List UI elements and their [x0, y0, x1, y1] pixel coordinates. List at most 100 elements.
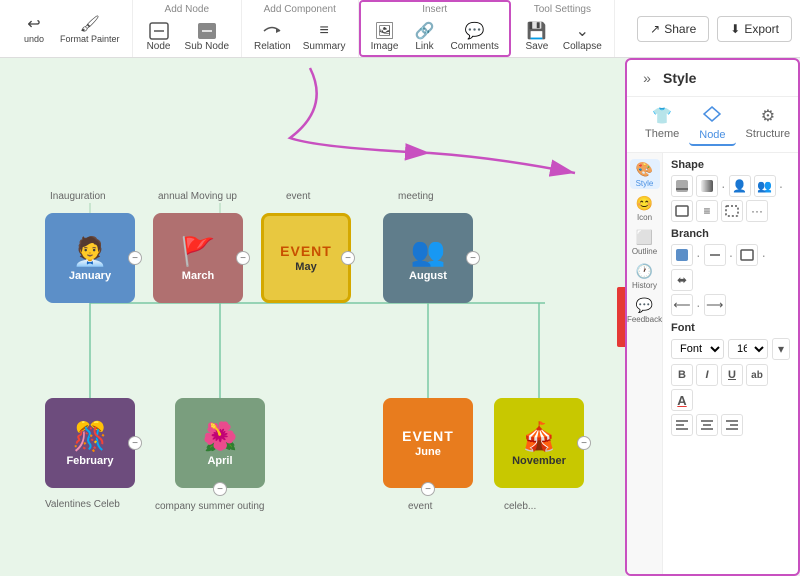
- may-event-text: EVENT: [280, 243, 332, 259]
- node-may[interactable]: event EVENT May −: [261, 213, 351, 303]
- node-november[interactable]: 🎪 November − celeb...: [494, 398, 584, 488]
- november-emoji: 🎪: [522, 420, 557, 453]
- font-color-button[interactable]: A: [671, 389, 693, 411]
- toolbar: ↩ undo 🖌 Format Painter Add Node Node: [0, 0, 800, 58]
- tab-structure[interactable]: ⚙ Structure: [736, 103, 800, 146]
- panel-content: Shape · 👤 👥 · ≡: [663, 153, 798, 574]
- shape-group-btn[interactable]: 👥: [754, 175, 776, 197]
- add-component-title: Add Component: [264, 4, 336, 15]
- border-dash-btn[interactable]: [721, 200, 743, 222]
- feedback-icon: 💬: [636, 297, 653, 314]
- font-size-down-btn[interactable]: ▾: [772, 338, 790, 360]
- january-minus[interactable]: −: [128, 251, 142, 265]
- january-emoji: 🧑‍💼: [73, 235, 108, 268]
- node-august[interactable]: meeting 👥 August −: [383, 213, 473, 303]
- border-lines-btn[interactable]: ≡: [696, 200, 718, 222]
- relation-button[interactable]: Relation: [250, 19, 295, 54]
- sub-node-button[interactable]: Sub Node: [181, 19, 233, 54]
- panel-icon-history[interactable]: 🕐 History: [630, 261, 660, 291]
- sublabel-january: Inauguration: [50, 191, 106, 202]
- node-january[interactable]: Inauguration 🧑‍💼 January −: [45, 213, 135, 303]
- format-painter-icon: 🖌: [78, 14, 102, 34]
- comments-button[interactable]: 💬 Comments: [447, 19, 503, 54]
- november-minus[interactable]: −: [577, 436, 591, 450]
- branch-line-btn[interactable]: [704, 244, 726, 266]
- march-minus[interactable]: −: [236, 251, 250, 265]
- branch-color-btn[interactable]: [671, 244, 693, 266]
- dot-2: ·: [779, 178, 784, 194]
- align-left-button[interactable]: [671, 414, 693, 436]
- summary-icon: ≡: [312, 21, 336, 41]
- branch-border-btn[interactable]: [736, 244, 758, 266]
- undo-icon: ↩: [22, 14, 46, 34]
- panel-icon-style[interactable]: 🎨 Style: [630, 159, 660, 189]
- align-center-button[interactable]: [696, 414, 718, 436]
- link-button[interactable]: 🔗 Link: [407, 19, 443, 54]
- node-button[interactable]: Node: [141, 19, 177, 54]
- share-button[interactable]: ↗ Share: [637, 16, 709, 42]
- branch-dot-3: ·: [761, 247, 766, 263]
- link-icon: 🔗: [413, 21, 437, 41]
- sublabel-june: event: [408, 501, 432, 512]
- panel-icon-outline[interactable]: ⬜ Outline: [630, 227, 660, 257]
- panel-icon-feedback[interactable]: 💬 Feedback: [630, 295, 660, 325]
- may-minus[interactable]: −: [341, 251, 355, 265]
- sublabel-november: celeb...: [504, 501, 536, 512]
- node-june[interactable]: EVENT June − event: [383, 398, 473, 488]
- shape-person-btn[interactable]: 👤: [729, 175, 751, 197]
- april-label: April: [207, 455, 232, 467]
- toolbar-section-insert: Insert 🖼 Image 🔗 Link 💬 Comments: [359, 0, 511, 57]
- structure-icon: ⚙: [761, 106, 775, 126]
- fill-color-btn[interactable]: [671, 175, 693, 197]
- red-accent-bar: [617, 287, 625, 347]
- font-select[interactable]: Font: [671, 339, 724, 359]
- fill-gradient-btn[interactable]: [696, 175, 718, 197]
- align-row: [671, 414, 790, 436]
- node-february[interactable]: 🎊 February − Valentines Celeb: [45, 398, 135, 488]
- august-minus[interactable]: −: [466, 251, 480, 265]
- border-rect-btn[interactable]: [671, 200, 693, 222]
- image-icon: 🖼: [373, 21, 397, 41]
- march-label: March: [182, 270, 214, 282]
- june-minus[interactable]: −: [421, 482, 435, 496]
- sublabel-august: meeting: [398, 191, 434, 202]
- november-label: November: [512, 455, 566, 467]
- bold-button[interactable]: B: [671, 364, 693, 386]
- theme-icon: 👕: [652, 106, 672, 126]
- branch-dot-4: ·: [696, 297, 701, 313]
- style-icon: 🎨: [636, 161, 653, 178]
- branch-indent2-btn[interactable]: ⟶: [704, 294, 726, 316]
- node-april[interactable]: 🌺 April − company summer outing: [175, 398, 265, 488]
- tab-theme[interactable]: 👕 Theme: [635, 103, 689, 146]
- style-panel: » Style 👕 Theme Node ⚙ Structure: [625, 58, 800, 576]
- save-button[interactable]: 💾 Save: [519, 19, 555, 54]
- august-emoji: 👥: [411, 235, 446, 268]
- dot-1: ·: [721, 178, 726, 194]
- image-button[interactable]: 🖼 Image: [367, 19, 403, 54]
- panel-collapse-button[interactable]: »: [637, 68, 657, 88]
- insert-title: Insert: [422, 4, 447, 15]
- branch-row-1: · · · ⬌: [671, 244, 790, 291]
- font-size-select[interactable]: 16: [728, 339, 768, 359]
- format-painter-button[interactable]: 🖌 Format Painter: [56, 12, 124, 46]
- canvas[interactable]: Inauguration 🧑‍💼 January − annual Moving…: [0, 58, 625, 576]
- branch-indent-btn[interactable]: ⟵: [671, 294, 693, 316]
- summary-button[interactable]: ≡ Summary: [299, 19, 350, 54]
- border-dots-btn[interactable]: ···: [746, 200, 768, 222]
- export-button[interactable]: ⬇ Export: [717, 16, 792, 42]
- node-march[interactable]: annual Moving up 🚩 March −: [153, 213, 243, 303]
- february-minus[interactable]: −: [128, 436, 142, 450]
- collapse-button[interactable]: ⌄ Collapse: [559, 19, 606, 54]
- panel-icon-icon[interactable]: 😊 Icon: [630, 193, 660, 223]
- branch-align-btn[interactable]: ⬌: [671, 269, 693, 291]
- italic-button[interactable]: I: [696, 364, 718, 386]
- undo-button[interactable]: ↩ undo: [16, 12, 52, 46]
- tab-node[interactable]: Node: [689, 103, 735, 146]
- underline-button[interactable]: U: [721, 364, 743, 386]
- strikethrough-button[interactable]: ab: [746, 364, 768, 386]
- april-minus[interactable]: −: [213, 482, 227, 496]
- add-node-title: Add Node: [165, 4, 209, 15]
- align-right-button[interactable]: [721, 414, 743, 436]
- february-emoji: 🎊: [73, 420, 108, 453]
- icon-panel-icon: 😊: [636, 195, 653, 212]
